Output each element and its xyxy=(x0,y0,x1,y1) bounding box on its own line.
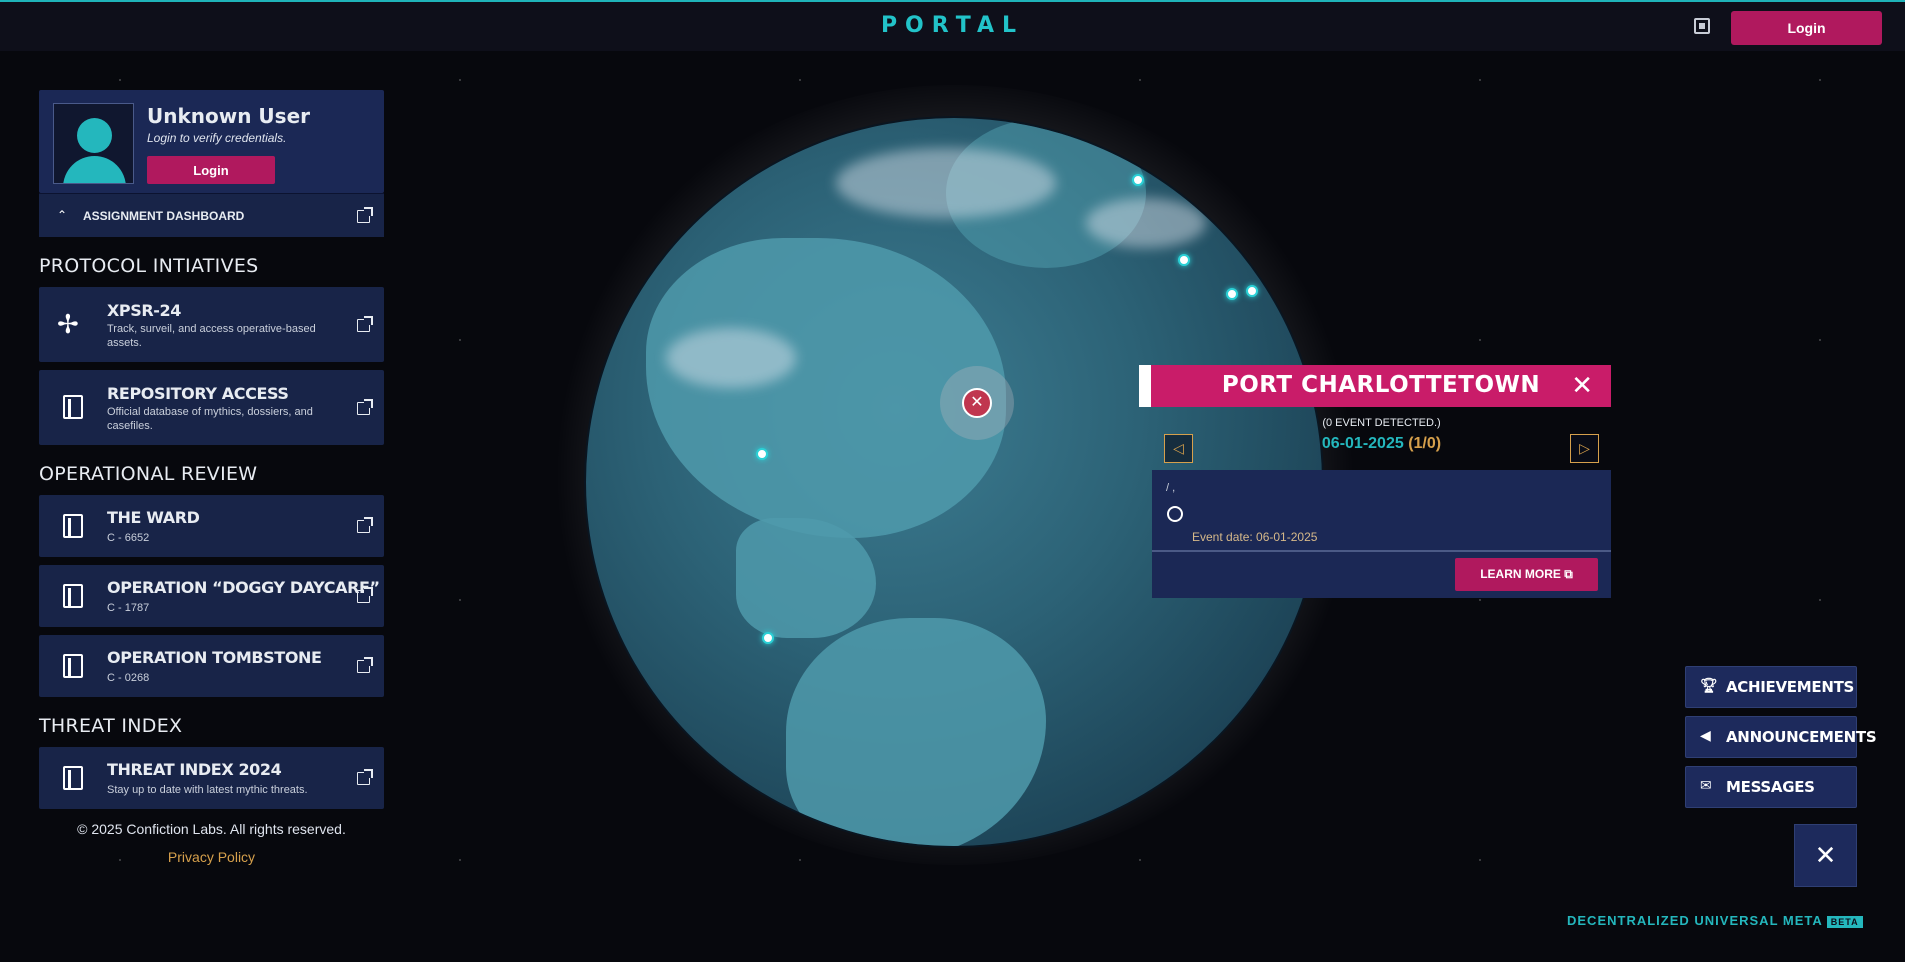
external-link-icon xyxy=(357,587,373,603)
event-date-text: Event date: 06-01-2025 xyxy=(1192,530,1318,544)
achievements-label: ACHIEVEMENTS xyxy=(1726,678,1855,696)
card-subtitle: C - 6652 xyxy=(107,532,150,544)
card-the-ward[interactable]: THE WARD C - 6652 xyxy=(39,495,384,557)
event-marker[interactable] xyxy=(1132,174,1144,186)
announcements-label: ANNOUNCEMENTS xyxy=(1726,728,1877,746)
external-link-icon xyxy=(357,769,373,785)
event-location-text: / , xyxy=(1166,482,1176,494)
card-title: XPSR-24 xyxy=(107,301,182,320)
card-repository-access[interactable]: REPOSITORY ACCESS Official database of m… xyxy=(39,370,384,445)
card-title: OPERATION TOMBSTONE xyxy=(107,648,322,667)
location-popup: PORT CHARLOTTETOWN ✕ (0 EVENT DETECTED.)… xyxy=(1139,365,1611,598)
learn-more-label: LEARN MORE xyxy=(1480,567,1561,581)
cloud-3 xyxy=(1086,198,1206,248)
cloud-2 xyxy=(836,148,1056,218)
card-subtitle: Official database of mythics, dossiers, … xyxy=(107,406,313,432)
event-marker[interactable] xyxy=(1246,285,1258,297)
section-title-threat: THREAT INDEX xyxy=(39,715,183,737)
close-panel-button[interactable]: ✕ xyxy=(1794,824,1857,887)
avatar xyxy=(53,103,134,184)
event-marker[interactable] xyxy=(1226,288,1238,300)
selected-location-marker[interactable]: ✕ xyxy=(940,366,1014,440)
divider xyxy=(1152,550,1611,552)
event-marker[interactable] xyxy=(762,632,774,644)
event-marker[interactable] xyxy=(1178,254,1190,266)
section-title-operational: OPERATIONAL REVIEW xyxy=(39,463,258,485)
card-subtitle: Stay up to date with latest mythic threa… xyxy=(107,784,308,796)
popup-title: PORT CHARLOTTETOWN xyxy=(1221,372,1541,398)
footer-brand: DECENTRALIZED UNIVERSAL META BETA xyxy=(1567,913,1863,928)
card-xpsr-24[interactable]: ✢ XPSR-24 Track, surveil, and access ope… xyxy=(39,287,384,362)
book-icon xyxy=(63,766,83,790)
popup-meta: (0 EVENT DETECTED.) ◁ 06-01-2025 (1/0) ▷ xyxy=(1152,407,1611,470)
portal-logo: PORTAL xyxy=(880,13,1025,38)
trophy-icon: 🏆︎ xyxy=(1700,678,1718,694)
login-message: Login to verify credentials. xyxy=(147,131,287,145)
left-sidebar: Unknown User Login to verify credentials… xyxy=(39,90,384,865)
popup-header: PORT CHARLOTTETOWN ✕ xyxy=(1139,365,1611,407)
assignment-dashboard[interactable]: ⌃ ASSIGNMENT DASHBOARD xyxy=(39,193,384,237)
event-type-icon xyxy=(1167,506,1183,522)
manual-icon[interactable] xyxy=(1694,18,1710,34)
book-icon xyxy=(63,395,83,419)
chevron-up-icon: ⌃ xyxy=(57,208,68,222)
book-icon xyxy=(63,514,83,538)
cloud-1 xyxy=(666,328,796,388)
xpsr-emblem-icon: ✢ xyxy=(57,309,79,339)
events-detected: (0 EVENT DETECTED.) xyxy=(1322,417,1441,429)
card-title: THREAT INDEX 2024 xyxy=(107,760,282,779)
envelope-icon: ✉ xyxy=(1700,778,1712,794)
book-icon xyxy=(63,584,83,608)
footer-brand-text: DECENTRALIZED UNIVERSAL META xyxy=(1567,913,1823,928)
close-icon[interactable]: ✕ xyxy=(1571,371,1593,399)
beta-badge: BETA xyxy=(1826,915,1863,928)
privacy-policy-link[interactable]: Privacy Policy xyxy=(39,849,384,865)
card-subtitle: Track, surveil, and access operative-bas… xyxy=(107,323,316,349)
card-title: OPERATION “DOGGY DAYCARE” xyxy=(107,578,380,597)
card-threat-index-2024[interactable]: THREAT INDEX 2024 Stay up to date with l… xyxy=(39,747,384,809)
card-operation-tombstone[interactable]: OPERATION TOMBSTONE C - 0268 xyxy=(39,635,384,697)
card-operation-doggy-daycare[interactable]: OPERATION “DOGGY DAYCARE” C - 1787 xyxy=(39,565,384,627)
card-subtitle: C - 0268 xyxy=(107,672,150,684)
event-counter: (1/0) xyxy=(1408,435,1442,452)
dashboard-label: ASSIGNMENT DASHBOARD xyxy=(83,209,245,223)
header-login-button[interactable]: Login xyxy=(1731,11,1882,45)
username: Unknown User xyxy=(147,104,311,128)
megaphone-icon: ◀ xyxy=(1700,728,1711,744)
event-detail: / , Event date: 06-01-2025 LEARN MORE ⧉ xyxy=(1152,470,1611,598)
avatar-body xyxy=(63,156,126,183)
target-icon: ✕ xyxy=(962,388,992,418)
external-link-icon xyxy=(357,207,373,223)
external-link-icon xyxy=(357,315,373,332)
learn-more-button[interactable]: LEARN MORE ⧉ xyxy=(1455,558,1598,591)
external-link-icon xyxy=(357,517,373,533)
achievements-button[interactable]: 🏆︎ ACHIEVEMENTS xyxy=(1685,666,1857,708)
top-bar: PORTAL Login xyxy=(0,0,1905,51)
event-date-nav: 06-01-2025 (1/0) xyxy=(1152,435,1611,453)
event-date: 06-01-2025 xyxy=(1321,435,1404,452)
section-title-protocol: PROTOCOL INTIATIVES xyxy=(39,255,259,277)
event-marker[interactable] xyxy=(756,448,768,460)
land-south-america xyxy=(786,618,1046,846)
announcements-button[interactable]: ◀ ANNOUNCEMENTS xyxy=(1685,716,1877,758)
card-subtitle: C - 1787 xyxy=(107,602,150,614)
card-title: REPOSITORY ACCESS xyxy=(107,384,289,403)
next-event-button[interactable]: ▷ xyxy=(1570,434,1599,463)
external-link-icon xyxy=(357,398,373,415)
external-link-icon xyxy=(357,657,373,673)
messages-label: MESSAGES xyxy=(1726,778,1815,796)
avatar-head xyxy=(77,118,112,153)
messages-button[interactable]: ✉ MESSAGES xyxy=(1685,766,1857,808)
book-icon xyxy=(63,654,83,678)
profile-card: Unknown User Login to verify credentials… xyxy=(39,90,384,193)
profile-login-button[interactable]: Login xyxy=(147,156,275,184)
copyright-text: © 2025 Confiction Labs. All rights reser… xyxy=(77,821,346,837)
card-title: THE WARD xyxy=(107,508,200,527)
